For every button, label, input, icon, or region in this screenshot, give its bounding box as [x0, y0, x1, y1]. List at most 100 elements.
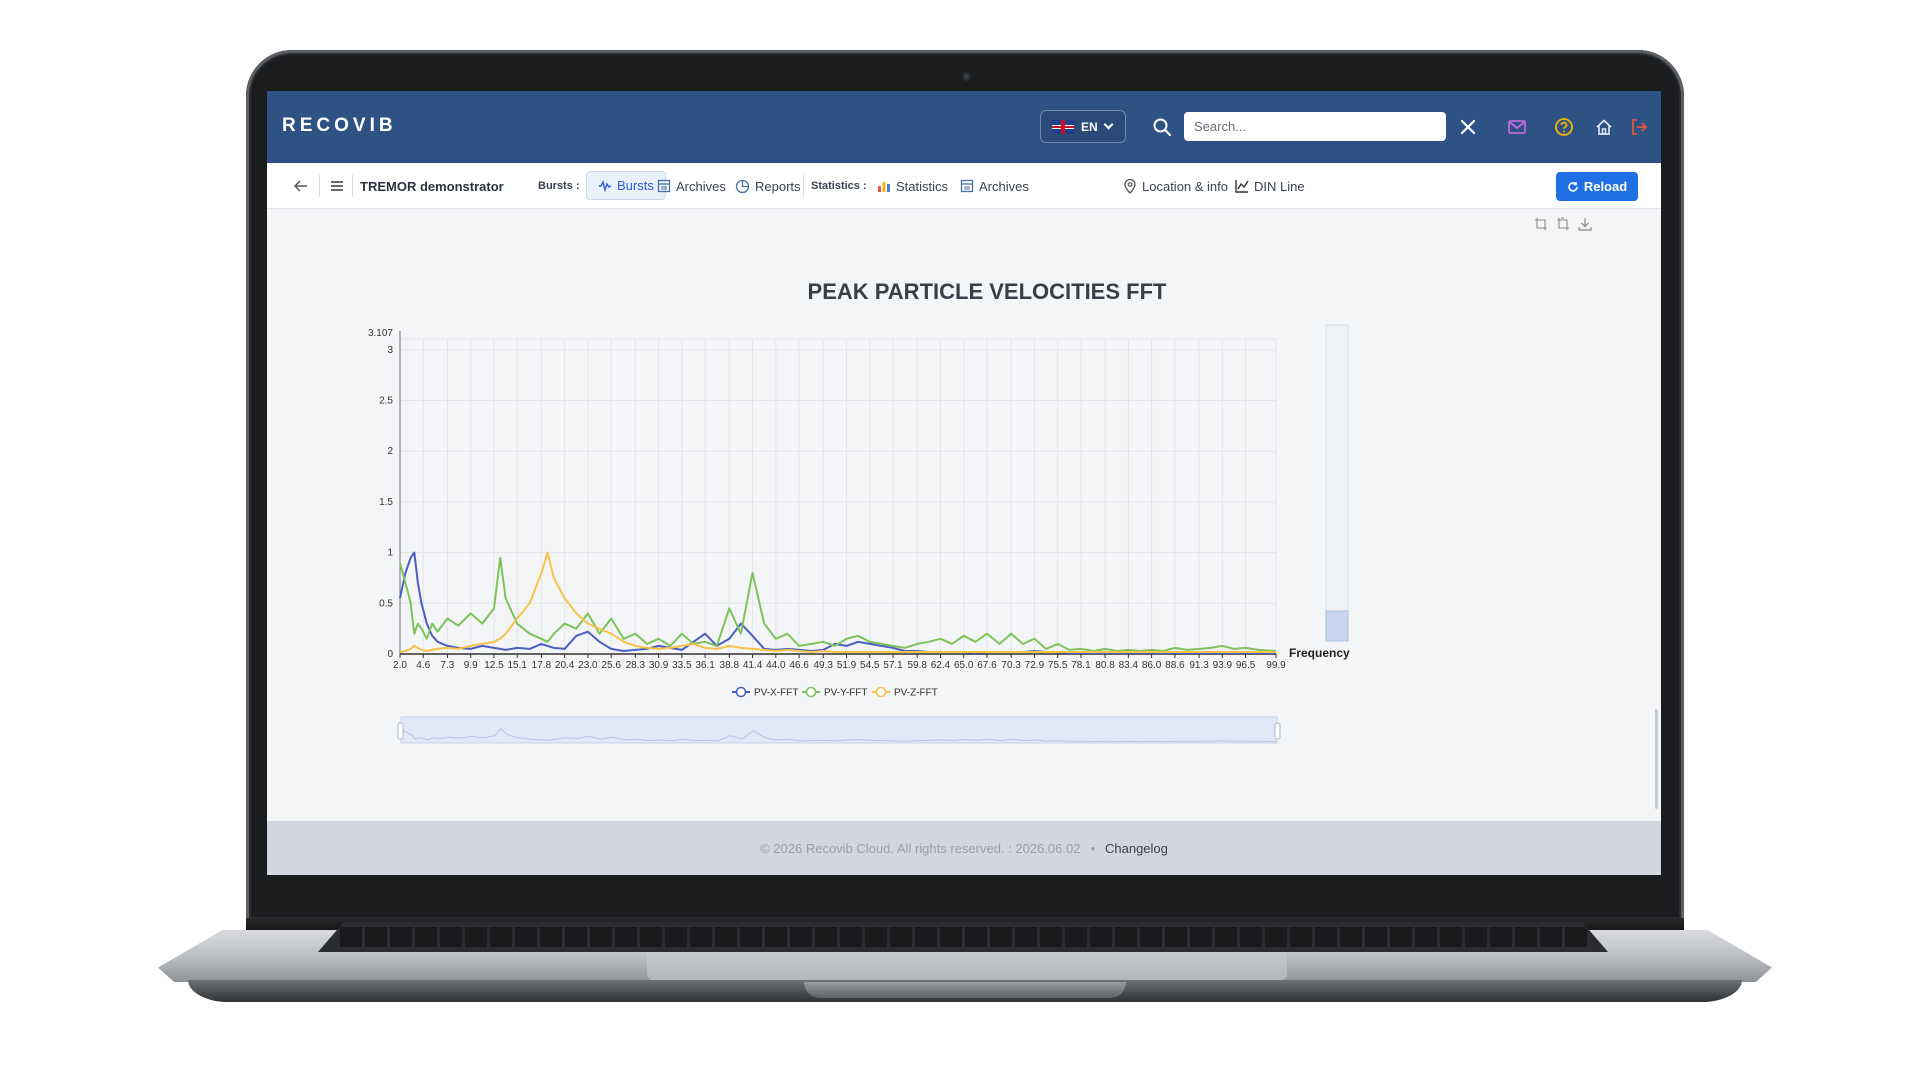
x-tick-label: 33.5: [672, 660, 692, 671]
mail-icon[interactable]: [1505, 115, 1529, 139]
top-header: RECOVIB EN: [267, 91, 1661, 163]
reload-label: Reload: [1583, 179, 1628, 194]
reports-icon: [735, 179, 750, 193]
fft-line-chart: 3.107 3 2.5 2 1.5 1 0.5 02.0 4.6 7.3 9.9 12.5 15.1 17…: [368, 324, 1350, 744]
x-tick-label: 96.5: [1236, 660, 1256, 671]
x-tick-label: 91.3: [1189, 660, 1209, 671]
home-icon[interactable]: [1592, 115, 1616, 139]
tab-statistics-label: Statistics: [896, 178, 949, 194]
recovib-logo[interactable]: RECOVIB: [282, 115, 397, 137]
x-tick-label: 80.8: [1095, 660, 1115, 671]
x-tick-label: 23.0: [578, 660, 598, 671]
footer: © 2026 Recovib Cloud. All rights reserve…: [267, 821, 1661, 875]
tab-statistics[interactable]: Statistics: [877, 163, 948, 209]
bursts-label: Bursts :: [538, 180, 580, 192]
x-tick-label: 88.6: [1165, 660, 1185, 671]
x-tick-label: 17.8: [532, 660, 552, 671]
tab-reports[interactable]: Reports: [735, 163, 801, 209]
x-tick-label: 65.0: [954, 660, 974, 671]
x-tick-label: 57.1: [883, 660, 903, 671]
tab-archives-label: Archives: [676, 178, 726, 194]
keyboard-keys: [340, 927, 1588, 947]
close-icon[interactable]: [1456, 115, 1480, 139]
x-tick-label: 86.0: [1142, 660, 1162, 671]
x-tick-label: 83.4: [1119, 660, 1139, 671]
x-tick-label: 44.0: [766, 660, 786, 671]
tab-reports-label: Reports: [755, 178, 801, 194]
x-tick-label: 75.5: [1048, 660, 1068, 671]
trackpad: [647, 952, 1287, 980]
archive-icon: [657, 179, 671, 193]
bar-chart-icon: [878, 182, 890, 192]
series-line-pv-x-fft: [399, 551, 1276, 654]
chevron-down-icon: [1103, 119, 1114, 130]
x-tick-label: 41.4: [743, 660, 763, 671]
x-tick-label: 67.6: [977, 660, 997, 671]
x-tick-label: 49.3: [814, 660, 834, 671]
legend-marker: [875, 686, 887, 698]
din-line-link[interactable]: DIN Line: [1235, 163, 1305, 209]
location-info-link[interactable]: Location & info: [1123, 163, 1228, 209]
series-line-pv-y-fft: [399, 556, 1277, 652]
y-tick-label: 0: [387, 649, 393, 660]
scrollbar[interactable]: [1655, 709, 1658, 809]
x-tick-label: 12.5: [484, 660, 504, 671]
toolbar: TREMOR demonstrator Bursts : Bursts Arch…: [267, 163, 1661, 209]
series-line-pv-z-fft: [399, 551, 1276, 653]
menu-icon[interactable]: [329, 163, 345, 209]
y-zoom-slider: [1325, 324, 1349, 642]
waveform-icon: [599, 179, 612, 192]
x-tick-label: 20.4: [555, 660, 575, 671]
x-tick-label: 70.3: [1001, 660, 1021, 671]
y-tick-label: 3.107: [368, 328, 393, 339]
x-tick-label: 93.9: [1213, 660, 1233, 671]
reload-button[interactable]: Reload: [1556, 172, 1638, 201]
legend-marker: [735, 686, 747, 698]
y-tick-label: 1.5: [379, 497, 393, 508]
x-tick-label: 78.1: [1071, 660, 1091, 671]
din-line-label: DIN Line: [1254, 178, 1305, 194]
y-tick-label: 1: [387, 548, 393, 559]
language-selector[interactable]: EN: [1040, 110, 1126, 143]
x-tick-label: 59.8: [907, 660, 927, 671]
footer-bullet: •: [1090, 840, 1095, 856]
tab-statistics-archives-label: Archives: [979, 178, 1029, 194]
x-tick-label: 9.9: [464, 660, 478, 671]
tab-bursts-label: Bursts: [617, 178, 654, 193]
x-zoom-handle-right: [1274, 722, 1281, 740]
changelog-link[interactable]: Changelog: [1105, 841, 1168, 856]
y-tick-label: 3: [387, 345, 393, 356]
divider: [352, 175, 353, 197]
divider: [803, 175, 804, 197]
x-tick-label: 36.1: [695, 660, 715, 671]
laptop-mockup: RECOVIB EN Search... TREMOR demonstrator…: [0, 0, 1920, 1080]
legend-marker: [805, 686, 817, 698]
refresh-icon: [1568, 181, 1578, 192]
logout-icon[interactable]: [1627, 115, 1651, 139]
x-tick-label: 38.8: [720, 660, 740, 671]
tab-archives[interactable]: Archives: [657, 163, 726, 209]
search-icon[interactable]: [1150, 115, 1174, 139]
line-chart-icon: [1235, 180, 1249, 193]
back-arrow-icon[interactable]: [293, 163, 309, 209]
x-tick-label: 62.4: [931, 660, 951, 671]
location-info-label: Location & info: [1142, 178, 1229, 194]
location-pin-icon: [1124, 178, 1136, 194]
logo-text: RECOVIB: [282, 115, 397, 136]
uk-flag-icon: [1052, 119, 1074, 134]
chart-panel: PEAK PARTICLE VELOCITIES FFT 3.107 3 2.5 2 1…: [267, 209, 1661, 821]
x-tick-label: 46.6: [789, 660, 809, 671]
tab-statistics-archives[interactable]: Archives: [960, 163, 1029, 209]
help-icon[interactable]: [1552, 115, 1576, 139]
x-axis-label: Frequency: [1289, 646, 1350, 660]
webcam: [962, 72, 971, 81]
legend-label: PV-Z-FFT: [894, 688, 938, 699]
x-tick-label: 4.6: [416, 660, 430, 671]
statistics-label: Statistics :: [811, 180, 867, 192]
tab-bursts[interactable]: Bursts: [586, 171, 666, 200]
search-input[interactable]: [1184, 112, 1446, 141]
x-tick-label: 54.5: [860, 660, 880, 671]
archive-icon: [960, 179, 974, 193]
x-tick-label: 99.9: [1266, 660, 1286, 671]
divider: [319, 175, 320, 197]
